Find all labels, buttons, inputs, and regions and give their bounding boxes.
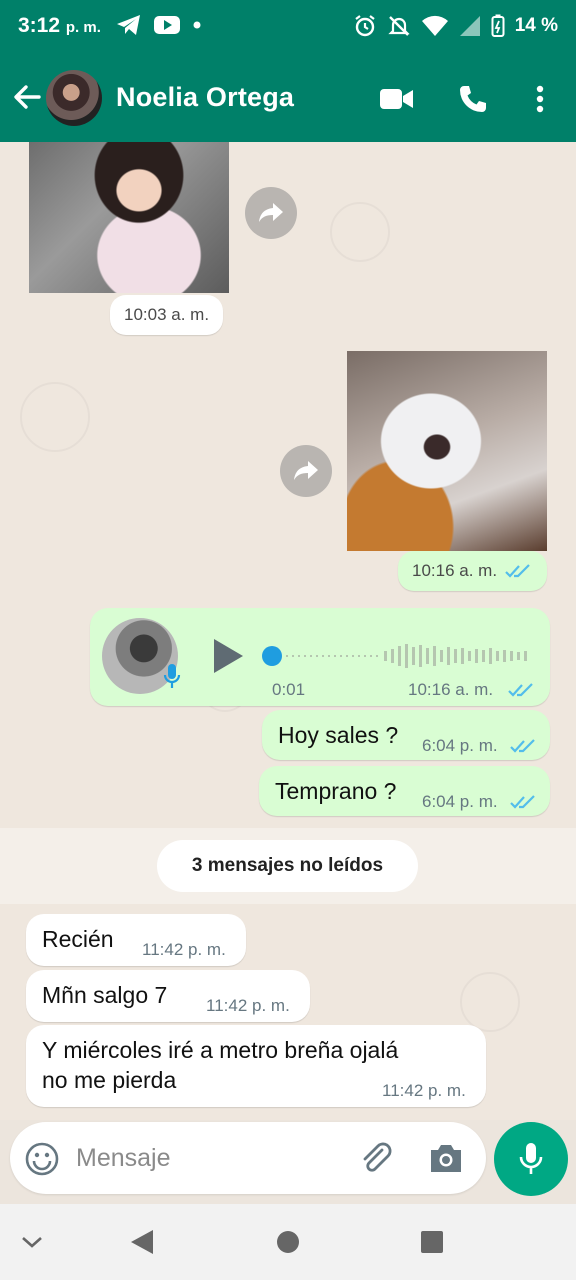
wallpaper-doodle: [20, 382, 90, 452]
message-time: 11:42 p. m.: [206, 996, 290, 1015]
chevron-down-icon[interactable]: [18, 1228, 46, 1256]
image-timestamp: 10:03 a. m.: [110, 295, 224, 335]
chat-header: Noelia Ortega: [0, 56, 576, 142]
signal-icon: [459, 16, 480, 36]
read-ticks-icon: [505, 564, 530, 578]
forward-icon[interactable]: [280, 445, 332, 497]
telegram-icon: [117, 15, 140, 35]
mic-icon: [519, 1143, 543, 1174]
message-text-line2: no me pierda: [42, 1067, 177, 1093]
status-time-suffix: p. m.: [65, 19, 101, 36]
message-input[interactable]: Mensaje: [10, 1122, 486, 1194]
wifi-icon: [421, 15, 448, 36]
message-text: Recién: [42, 926, 114, 952]
status-time-value: 3:12: [18, 14, 61, 37]
battery-icon: [491, 14, 505, 37]
message-text: Temprano ?: [275, 778, 397, 804]
wallpaper-doodle: [460, 972, 520, 1032]
more-options-icon[interactable]: [523, 82, 557, 116]
waveform[interactable]: [284, 642, 534, 670]
image-timestamp: 10:16 a. m.: [398, 551, 547, 591]
nav-recents-icon[interactable]: [418, 1228, 446, 1256]
outgoing-message[interactable]: Temprano ? 6:04 p. m.: [259, 766, 550, 816]
attach-icon[interactable]: [358, 1140, 394, 1176]
battery-level: 14 %: [514, 15, 558, 36]
youtube-icon: [154, 16, 180, 34]
forward-icon[interactable]: [245, 187, 297, 239]
voice-call-icon[interactable]: [456, 82, 490, 116]
voice-duration: 0:01: [272, 680, 306, 699]
contact-avatar[interactable]: [46, 70, 102, 126]
nav-home-icon[interactable]: [274, 1228, 302, 1256]
message-text-line1: Y miércoles iré a metro breña ojalá: [42, 1037, 399, 1063]
outgoing-image[interactable]: [347, 351, 547, 551]
status-left-icons: [116, 14, 202, 36]
message-time: 11:42 p. m.: [142, 940, 226, 959]
image-timestamp-text: 10:16 a. m.: [412, 561, 498, 580]
read-ticks-icon: [508, 683, 533, 697]
incoming-message[interactable]: Recién 11:42 p. m.: [26, 914, 246, 966]
emoji-icon[interactable]: [24, 1141, 60, 1177]
wallpaper-doodle: [330, 202, 390, 262]
incoming-image[interactable]: [29, 142, 229, 293]
message-text: Hoy sales ?: [278, 722, 399, 748]
nav-back-icon[interactable]: [128, 1228, 156, 1256]
composer-bar: Mensaje: [0, 1120, 576, 1204]
outgoing-message[interactable]: Hoy sales ? 6:04 p. m.: [262, 710, 550, 760]
message-time: 6:04 p. m.: [422, 736, 498, 755]
voice-message[interactable]: 0:01 10:16 a. m.: [90, 608, 550, 706]
image-timestamp-text: 10:03 a. m.: [124, 305, 210, 324]
unread-divider: 3 mensajes no leídos: [0, 828, 576, 904]
message-text: Mñn salgo 7: [42, 982, 168, 1008]
mic-icon: [163, 664, 181, 688]
playback-scrubber[interactable]: [262, 646, 282, 666]
camera-icon[interactable]: [428, 1141, 464, 1175]
status-bar: 3:12 p. m. 14 %: [0, 0, 576, 56]
chat-area[interactable]: 10:03 a. m. 10:16 a. m. 0:01 10:16 a. m.…: [0, 142, 576, 1120]
message-time: 6:04 p. m.: [422, 792, 498, 811]
unread-label: 3 mensajes no leídos: [157, 840, 418, 892]
read-ticks-icon: [510, 739, 535, 753]
video-call-icon[interactable]: [380, 82, 414, 116]
status-right-icons: 14 %: [353, 14, 558, 38]
play-icon[interactable]: [210, 636, 246, 676]
voice-time: 10:16 a. m.: [408, 680, 494, 699]
incoming-message[interactable]: Mñn salgo 7 11:42 p. m.: [26, 970, 310, 1022]
mute-icon: [388, 16, 410, 36]
alarm-icon: [355, 15, 375, 37]
system-nav-bar: [0, 1204, 576, 1280]
incoming-message[interactable]: Y miércoles iré a metro breña ojalá no m…: [26, 1025, 486, 1107]
notification-dot-icon: [193, 21, 201, 29]
app-header: 3:12 p. m. 14 % Noelia Ortega: [0, 0, 576, 142]
contact-name[interactable]: Noelia Ortega: [116, 82, 294, 113]
status-time: 3:12 p. m.: [18, 14, 101, 38]
message-time: 11:42 p. m.: [382, 1081, 466, 1100]
read-ticks-icon: [510, 795, 535, 809]
back-arrow-icon[interactable]: [10, 80, 44, 114]
message-placeholder: Mensaje: [76, 1144, 171, 1172]
record-voice-button[interactable]: [494, 1122, 568, 1196]
